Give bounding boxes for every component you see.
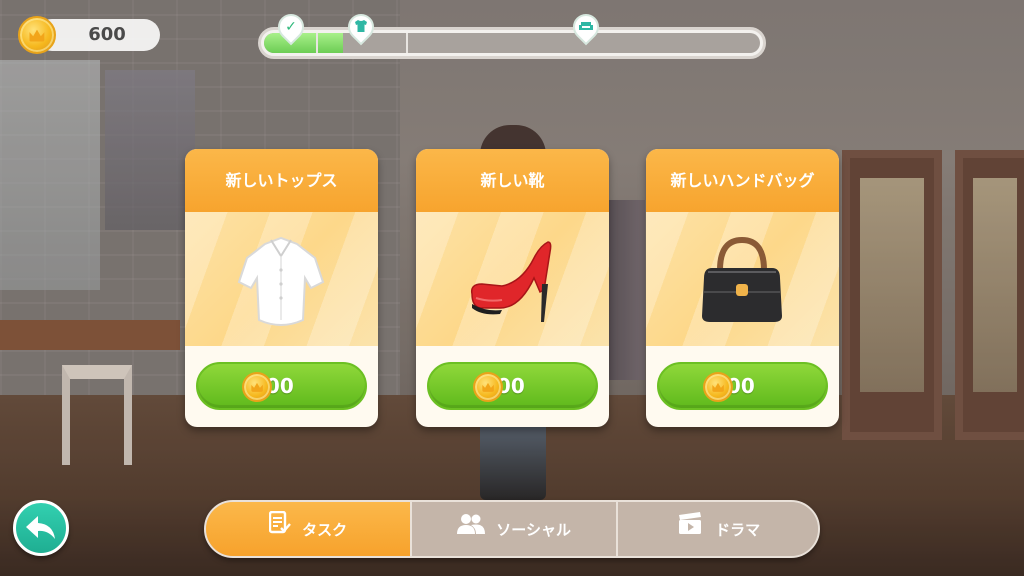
item-card-title: 新しいトップス [185,149,378,212]
black-handbag-icon [646,212,839,346]
buy-tops-button[interactable]: 100 [196,362,367,410]
progress-segment-divider [406,33,408,53]
progress-segment-divider [316,33,318,53]
bottom-tab-bar: タスク ソーシャル ドラマ [204,500,820,558]
checkmark-icon: ✓ [285,19,297,35]
buy-handbag-button[interactable]: 100 [657,362,828,410]
clapperboard-icon [678,503,704,557]
shirt-icon [353,19,369,35]
coin-icon [473,372,503,402]
progress-track [264,33,760,53]
tab-drama[interactable]: ドラマ [618,502,818,557]
item-card-image-area [646,212,839,346]
tab-task[interactable]: タスク [206,502,410,556]
coin-icon [242,372,272,402]
red-high-heel-icon [416,212,609,346]
task-list-icon [268,503,291,557]
tab-drama-label: ドラマ [715,520,761,539]
tab-task-label: タスク [302,520,348,539]
buy-shoes-button[interactable]: 200 [427,362,598,410]
progress-fill [264,33,344,53]
back-button[interactable] [13,500,69,556]
back-arrow-icon [26,516,55,539]
progress-bar: ✓ [258,8,766,59]
item-card-image-area [416,212,609,346]
item-card-tops[interactable]: 新しいトップス 100 [185,149,378,427]
item-card-handbag[interactable]: 新しいハンドバッグ 100 [646,149,839,427]
coin-icon [703,372,733,402]
item-card-title: 新しいハンドバッグ [646,149,839,212]
coin-icon [18,16,56,54]
item-card-image-area [185,212,378,346]
coin-balance: 600 [18,16,160,54]
white-blouse-icon [185,212,378,346]
tab-social[interactable]: ソーシャル [412,502,616,556]
people-icon [457,503,486,557]
item-card-title: 新しい靴 [416,149,609,212]
item-card-shoes[interactable]: 新しい靴 200 [416,149,609,427]
tab-social-label: ソーシャル [496,520,571,539]
sofa-icon [578,19,594,35]
